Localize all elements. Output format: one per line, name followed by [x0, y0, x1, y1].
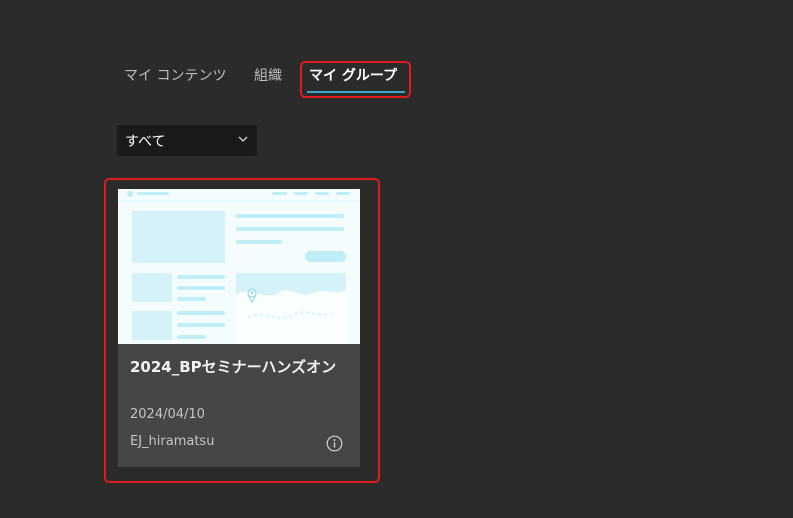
page: マイ コンテンツ 組織 マイ グループ すべて 2024_BPセミナーハンズオン…: [0, 0, 793, 518]
info-icon[interactable]: [326, 435, 343, 452]
tab-my-content[interactable]: マイ コンテンツ: [124, 66, 226, 86]
filter-dropdown[interactable]: すべて: [117, 125, 257, 156]
item-card[interactable]: 2024_BPセミナーハンズオン 2024/04/10 EJ_hiramatsu: [118, 189, 360, 467]
card-date: 2024/04/10: [130, 407, 205, 422]
chevron-down-icon: [238, 136, 248, 142]
card-owner: EJ_hiramatsu: [130, 434, 215, 449]
thumbnail-illustration: [118, 189, 360, 344]
card-title[interactable]: 2024_BPセミナーハンズオン: [130, 356, 336, 377]
card-thumbnail: [118, 189, 360, 344]
tab-highlight-box: [300, 61, 411, 98]
tab-organization[interactable]: 組織: [254, 66, 282, 86]
filter-selected-value: すべて: [125, 134, 166, 150]
